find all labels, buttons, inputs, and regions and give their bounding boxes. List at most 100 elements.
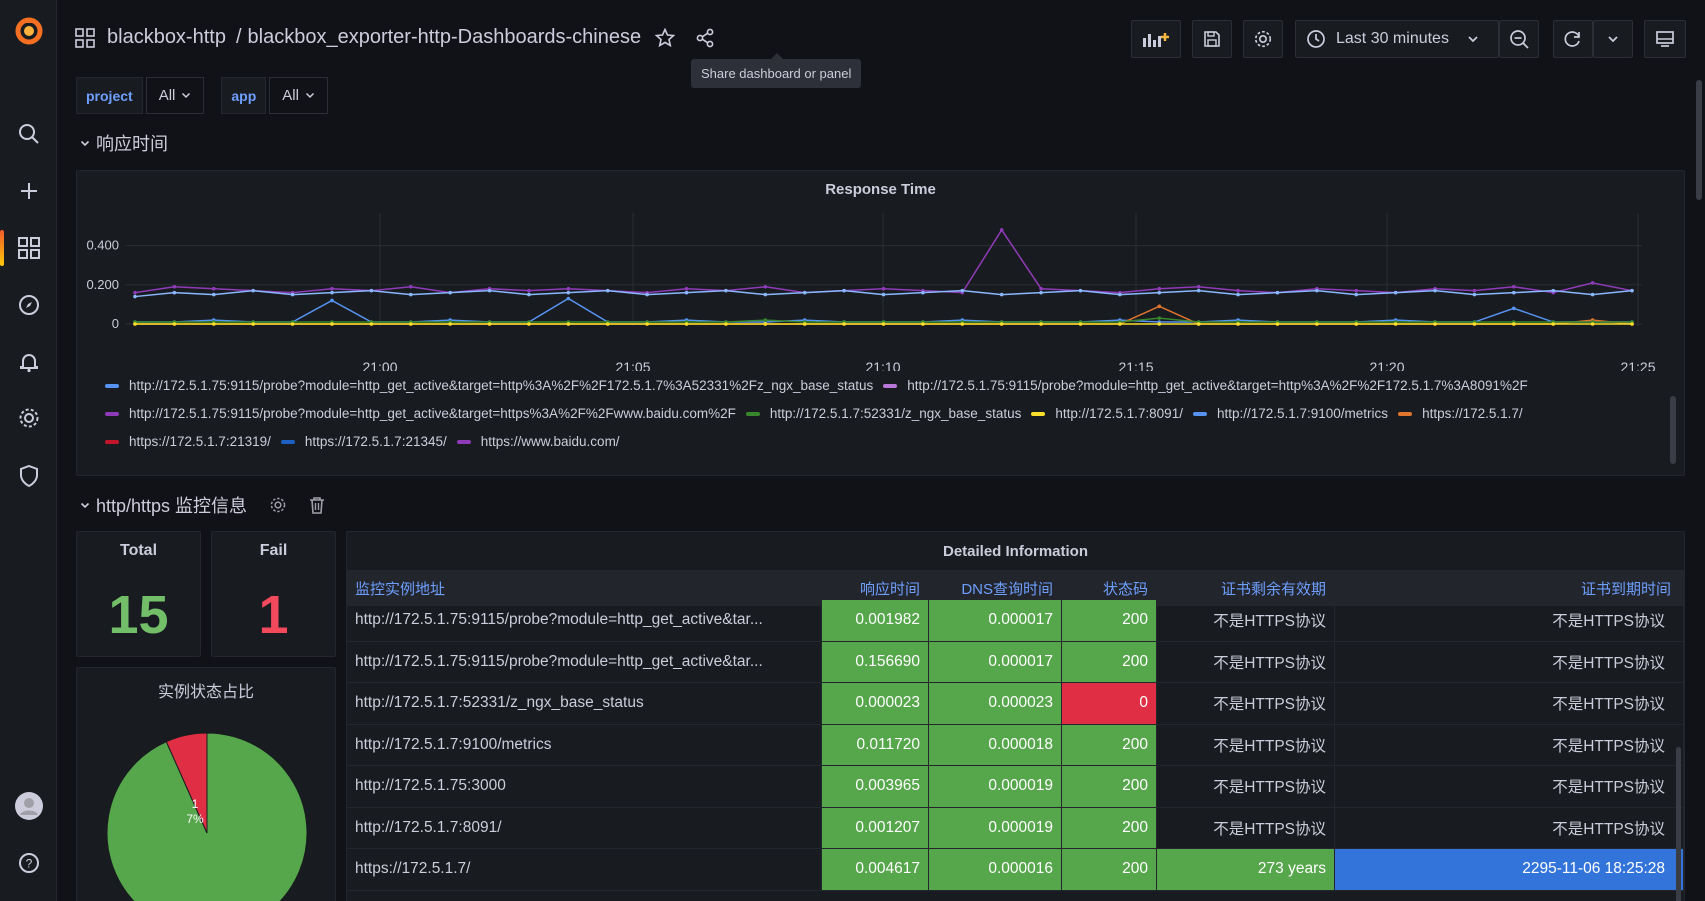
data-point [1157,304,1162,309]
legend-label: https://172.5.1.7:21319/ [129,434,271,449]
search-icon[interactable] [0,114,57,154]
table-scrollbar[interactable] [1676,747,1681,901]
data-point [1354,322,1359,326]
save-dashboard-button[interactable] [1192,20,1232,58]
data-point [1157,290,1162,295]
data-point [527,288,531,293]
grafana-logo-icon[interactable] [0,10,57,52]
add-panel-button[interactable] [1131,20,1181,58]
cell-cert-remaining: 不是HTTPS协议 [1157,766,1335,807]
stat-title[interactable]: Total [77,542,200,560]
data-point [330,298,334,303]
legend-item[interactable]: http://172.5.1.7:52331/z_ngx_base_status [745,401,1022,427]
row-header-monitor-info[interactable]: http/https 监控信息 [80,492,325,518]
cell-response-time: 0.003965 [822,766,929,807]
legend-item[interactable]: https://172.5.1.7:21319/ [105,429,271,455]
refresh-interval-dropdown[interactable] [1593,20,1633,58]
instance-status-pie-panel: 实例状态占比 1 7% [76,667,336,901]
data-point [684,290,689,295]
data-point [1551,288,1556,293]
data-point [1512,322,1516,326]
cell-cert-expiry: 不是HTTPS协议 [1335,600,1684,641]
legend-swatch [456,440,471,444]
table-row[interactable]: http://172.5.1.75:9115/probe?module=http… [347,600,1684,642]
legend-scrollbar[interactable] [1670,396,1676,464]
cell-status-code: 200 [1062,807,1157,848]
data-point [290,292,295,297]
status-pie-chart[interactable]: 17% [77,668,336,901]
row-settings-gear-icon[interactable] [269,496,287,514]
stat-title[interactable]: Fail [212,542,335,560]
help-icon[interactable]: ? [0,843,57,883]
data-point [1512,284,1516,289]
legend-item[interactable]: http://172.5.1.7:8091/ [1031,401,1183,427]
table-row[interactable]: http://172.5.1.75:3000 0.003965 0.000019 20… [347,766,1684,808]
table-row[interactable]: http://172.5.1.7:8091/0.001207 0.000019 20… [347,807,1684,849]
table-body: http://172.5.1.75:9115/probe?module=http… [347,600,1684,891]
data-point [1275,290,1280,295]
add-panel-icon [1143,33,1169,47]
legend-item[interactable]: http://172.5.1.75:9115/probe?module=http… [105,373,873,399]
dashboard-settings-button[interactable] [1243,20,1283,58]
stat-value: 15 [108,585,169,645]
breadcrumb-folder[interactable]: blackbox-http [107,26,226,49]
data-point [1157,322,1162,326]
dashboards-icon[interactable] [0,228,57,268]
user-avatar-icon[interactable] [0,786,57,826]
legend-item[interactable]: http://172.5.1.75:9115/probe?module=http… [883,373,1528,399]
cell-instance: http://172.5.1.75:9115/probe?module=http… [347,641,822,682]
data-point [724,322,728,326]
data-point [172,284,177,289]
data-point [1039,290,1043,295]
cell-cert-remaining: 不是HTTPS协议 [1157,600,1335,641]
table-row[interactable]: http://172.5.1.7:52331/z_ngx_base_status… [347,683,1684,725]
chart-legend: http://172.5.1.75:9115/probe?module=http… [105,371,1664,455]
row-header-response-time[interactable]: 响应时间 [80,130,168,156]
legend-label: http://172.5.1.75:9115/probe?module=http… [129,378,874,393]
cell-response-time: 0.004617 [822,849,929,890]
legend-item[interactable]: https://172.5.1.7:21345/ [280,429,447,455]
data-point [566,296,571,301]
table-row[interactable]: http://172.5.1.7:9100/metrics 0.011720 0.0… [347,724,1684,766]
pie-slice-percent: 7% [186,812,204,826]
zoom-out-button[interactable] [1499,20,1539,58]
table-row[interactable]: https://172.5.1.7/0.004617 0.000016 200 273… [347,849,1684,891]
legend-item[interactable]: https://www.baidu.com/ [456,429,620,455]
page-scrollbar[interactable] [1696,80,1702,200]
cell-dns-time: 0.000017 [929,641,1062,682]
refresh-icon [1564,31,1580,47]
dashboard-title[interactable]: blackbox_exporter-http-Dashboards-chines… [248,26,642,49]
response-time-chart[interactable]: 0 0.200 0.400 21:00 21:05 21:10 21:15 21:20 21:2… [77,171,1686,371]
variable-select-app[interactable]: All [269,77,328,114]
alerting-bell-icon[interactable] [0,342,57,382]
legend-swatch [883,384,898,388]
cell-dns-time: 0.000023 [929,683,1062,724]
data-point [251,288,255,293]
plus-icon[interactable] [0,171,57,211]
panel-title[interactable]: Detailed Information [347,543,1684,560]
data-point [1157,316,1162,320]
refresh-button[interactable] [1553,20,1593,58]
legend-item[interactable]: http://172.5.1.75:9115/probe?module=http… [105,401,736,427]
variable-select-project[interactable]: All [145,77,205,114]
time-range-picker[interactable]: Last 30 minutes [1295,20,1499,58]
server-admin-shield-icon[interactable] [0,456,57,496]
star-icon[interactable] [655,27,676,48]
cycle-view-mode-button[interactable] [1644,20,1686,58]
data-point [172,322,177,326]
data-point [566,286,571,291]
share-icon[interactable] [695,28,715,48]
legend-label: http://172.5.1.7:52331/z_ngx_base_status [769,406,1022,421]
data-point [1590,292,1595,297]
data-point [1433,322,1437,326]
explore-compass-icon[interactable] [0,285,57,325]
configuration-gear-icon[interactable] [0,398,57,438]
cell-cert-remaining: 不是HTTPS协议 [1157,724,1335,765]
trash-icon[interactable] [309,496,325,514]
data-point [999,292,1004,297]
table-row[interactable]: http://172.5.1.75:9115/probe?module=http… [347,641,1684,683]
data-point [1236,322,1240,326]
legend-item[interactable]: https://172.5.1.7/ [1398,401,1523,427]
legend-item[interactable]: http://172.5.1.7:9100/metrics [1192,401,1388,427]
monitor-icon [1656,31,1674,47]
